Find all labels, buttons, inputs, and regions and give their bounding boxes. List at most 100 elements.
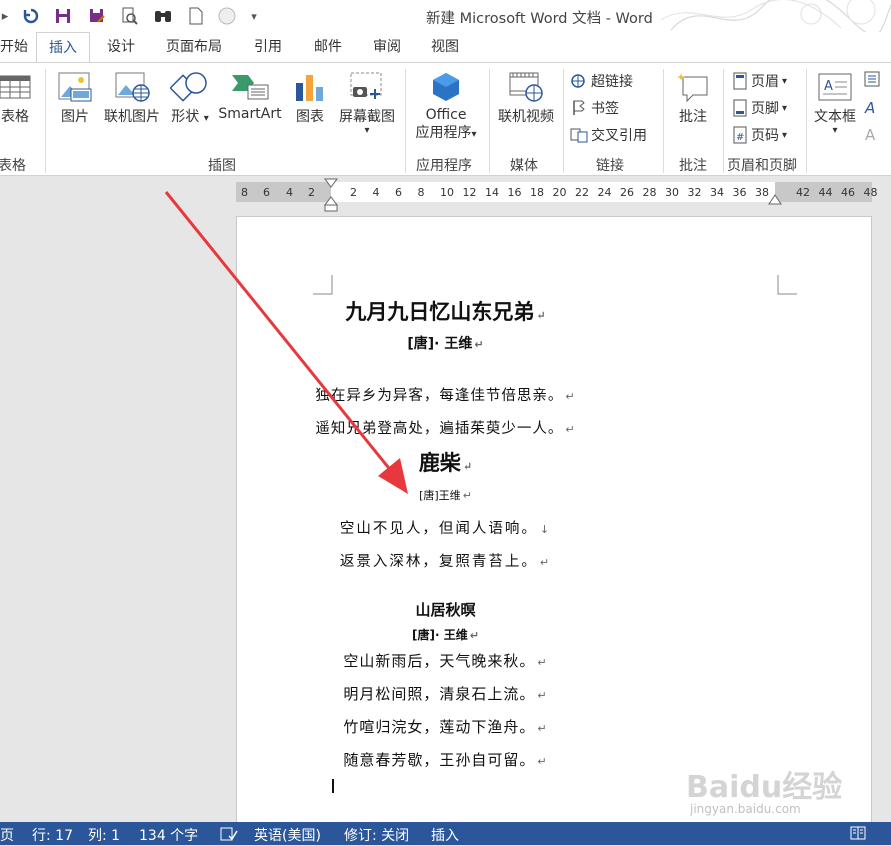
status-language[interactable]: 英语(美国) <box>254 825 321 845</box>
shapes-button[interactable]: 形状 ▾ <box>169 71 210 126</box>
ruler-number: 32 <box>687 186 702 199</box>
watermark-logo: Baidu经验 <box>686 770 843 805</box>
table-label: 表格 <box>1 109 29 125</box>
proofing-icon[interactable] <box>220 826 238 846</box>
picture-label: 图片 <box>61 109 89 125</box>
ruler-number: 34 <box>710 186 724 199</box>
undo-icon[interactable] <box>20 6 42 26</box>
tab-insert[interactable]: 插入 <box>36 32 90 63</box>
ruler-number: 16 <box>507 186 522 199</box>
ruler-number: 18 <box>530 186 544 199</box>
status-row: 行: 17 <box>32 828 73 844</box>
ruler-number: 36 <box>732 186 747 199</box>
footer-icon <box>733 99 747 117</box>
smartart-label: SmartArt <box>218 106 282 122</box>
tab-mailings[interactable]: 邮件 <box>314 32 342 62</box>
print-preview-icon[interactable] <box>118 6 140 26</box>
tab-review[interactable]: 审阅 <box>373 32 401 62</box>
smartart-icon <box>230 71 270 103</box>
status-page[interactable]: 页 <box>0 825 14 845</box>
office-apps-button[interactable]: Office 应用程序▾ <box>410 71 482 144</box>
table-button[interactable]: 表格 <box>0 71 32 126</box>
status-word-count[interactable]: 134 个字 <box>139 825 198 845</box>
drop-cap-icon: A <box>865 126 876 143</box>
tab-view[interactable]: 视图 <box>431 32 459 62</box>
ruler-number: 10 <box>440 186 454 199</box>
ruler-number: 14 <box>485 186 499 199</box>
online-video-button[interactable]: 联机视频 <box>494 71 558 126</box>
save-icon[interactable] <box>52 6 74 26</box>
footer-button[interactable]: 页脚 ▾ <box>732 98 787 118</box>
comment-button[interactable]: 批注 <box>671 71 715 126</box>
separator <box>45 69 46 173</box>
online-picture-button[interactable]: 联机图片 <box>100 71 164 126</box>
separator <box>489 69 490 173</box>
textbox-dropdown[interactable]: ▾ <box>811 126 859 136</box>
hyperlink-button[interactable]: 超链接 <box>570 71 633 91</box>
poem3-line-1[interactable]: 空山新雨后，天气晚来秋。 ↵ <box>0 650 671 671</box>
status-track-changes[interactable]: 修订: 关闭 <box>344 825 409 845</box>
right-indent-marker-icon[interactable] <box>768 193 782 205</box>
screenshot-dropdown[interactable]: ▾ <box>335 126 399 136</box>
cross-reference-button[interactable]: 交叉引用 <box>570 125 647 145</box>
textbox-button[interactable]: A 文本框 ▾ <box>811 71 859 136</box>
wordart-button[interactable]: A <box>864 98 882 116</box>
poem3-line-3[interactable]: 竹喧归浣女，莲动下渔舟。 ↵ <box>0 716 671 737</box>
ruler-number: 28 <box>642 186 657 199</box>
chart-button[interactable]: 图表 <box>290 71 330 126</box>
status-insert-mode[interactable]: 插入 <box>431 825 459 845</box>
separator <box>806 69 807 173</box>
word-logo-edge: ▸ <box>1 8 9 24</box>
office-label-2: 应用程序▾ <box>415 125 477 141</box>
picture-icon <box>57 71 93 103</box>
separator <box>723 69 724 173</box>
textbox-label: 文本框 <box>814 109 856 125</box>
drop-cap-button[interactable]: A <box>864 125 882 143</box>
save-as-icon[interactable] <box>86 6 108 26</box>
text-cursor <box>332 779 334 793</box>
bookmark-icon <box>573 100 585 115</box>
separator <box>405 69 406 173</box>
page-number-icon: # <box>733 126 747 144</box>
ruler-number: 48 <box>863 186 878 199</box>
online-video-icon <box>508 71 544 103</box>
poem2-line-1[interactable]: 空山不见人，但闻人语响。 ↓ <box>0 517 671 538</box>
svg-text:#: # <box>736 132 744 143</box>
group-media-label: 媒体 <box>510 158 538 174</box>
group-apps-label: 应用程序 <box>416 158 472 174</box>
group-table-label: 表格 <box>0 158 26 174</box>
textbox-icon: A <box>817 71 853 103</box>
poem3-line-4[interactable]: 随意春芳歇，王孙自可留。 ↵ <box>0 749 671 770</box>
poem2-line-2[interactable]: 返景入深林，复照青苔上。 ↵ <box>0 550 671 571</box>
separator <box>563 69 564 173</box>
find-icon[interactable] <box>152 6 174 26</box>
customize-qat-button[interactable]: ▾ <box>246 6 262 26</box>
poem3-author[interactable]: [唐]· 王维 ↵ <box>0 626 671 643</box>
poem3-line-2[interactable]: 明月松间照，清泉石上流。 ↵ <box>0 683 671 704</box>
quick-parts-button[interactable] <box>864 71 880 87</box>
header-icon <box>733 72 747 90</box>
poem3-title[interactable]: 山居秋暝 <box>0 599 671 620</box>
read-mode-icon[interactable] <box>850 826 866 844</box>
smartart-button[interactable]: SmartArt <box>215 71 285 122</box>
screenshot-button[interactable]: 屏幕截图 ▾ <box>335 71 399 136</box>
tab-design[interactable]: 设计 <box>107 32 135 62</box>
office-label-1: Office <box>425 107 467 123</box>
svg-text:A: A <box>824 79 833 94</box>
tab-references[interactable]: 引用 <box>254 32 282 62</box>
page-number-button[interactable]: # 页码 ▾ <box>732 125 787 145</box>
comment-icon <box>675 71 711 103</box>
ruler-number: 26 <box>620 186 634 199</box>
ruler-number: 46 <box>841 186 855 199</box>
new-document-icon[interactable] <box>186 6 206 26</box>
cross-reference-icon <box>570 128 588 143</box>
bookmark-button[interactable]: 书签 <box>570 98 619 118</box>
ruler-number: 42 <box>796 186 810 199</box>
header-button[interactable]: 页眉 ▾ <box>732 71 787 91</box>
tab-page-layout[interactable]: 页面布局 <box>166 32 222 62</box>
picture-button[interactable]: 图片 <box>55 71 95 126</box>
status-column: 列: 1 <box>88 828 121 844</box>
circle-icon[interactable] <box>216 6 238 26</box>
screenshot-label: 屏幕截图 <box>339 109 395 125</box>
tab-home[interactable]: 开始 <box>0 32 28 62</box>
